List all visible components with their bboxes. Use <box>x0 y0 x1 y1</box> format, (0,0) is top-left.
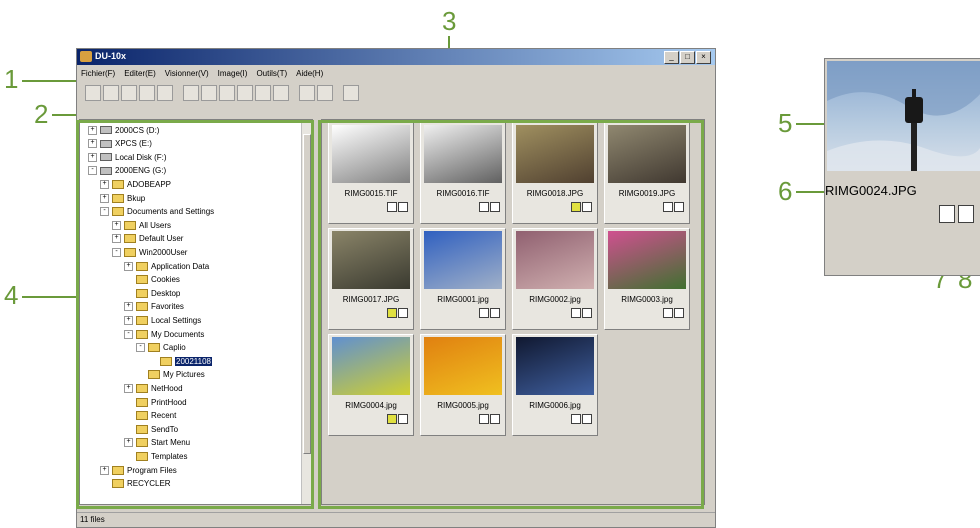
audio-icon[interactable] <box>939 205 955 223</box>
menu-fichier[interactable]: Fichier(F) <box>81 69 115 78</box>
rotate-left-icon[interactable] <box>85 85 101 101</box>
callout-2: 2 <box>34 99 49 129</box>
layout-list-icon[interactable] <box>237 85 253 101</box>
detail-filename: RIMG0024.JPG <box>825 183 917 198</box>
thumbs-highlight <box>318 120 704 509</box>
layout-quad-icon[interactable] <box>219 85 235 101</box>
detail-panel: RIMG0024.JPG <box>824 58 980 276</box>
detail-preview-image[interactable] <box>827 61 980 171</box>
status-bar: 11 files <box>77 512 715 527</box>
copy-icon[interactable] <box>299 85 315 101</box>
title-bar: DU-10x _ □ × <box>77 49 715 65</box>
leader-1 <box>22 80 82 82</box>
menu-image[interactable]: Image(I) <box>218 69 248 78</box>
streetlamp-image <box>827 61 980 171</box>
minimize-button[interactable]: _ <box>664 51 679 64</box>
layout-grid-icon[interactable] <box>255 85 271 101</box>
menu-editer[interactable]: Editer(E) <box>124 69 156 78</box>
callout-4: 4 <box>4 280 19 310</box>
maximize-button[interactable]: □ <box>680 51 695 64</box>
layout-double-icon[interactable] <box>201 85 217 101</box>
menu-bar: Fichier(F) Editer(E) Visionner(V) Image(… <box>77 66 715 80</box>
leader-4 <box>22 296 82 298</box>
callout-6: 6 <box>778 176 793 206</box>
toolbar <box>77 82 715 104</box>
tree-highlight <box>76 120 314 509</box>
info-icon[interactable] <box>958 205 974 223</box>
pen-icon[interactable] <box>139 85 155 101</box>
layout-single-icon[interactable] <box>183 85 199 101</box>
view-icon[interactable] <box>121 85 137 101</box>
app-icon <box>80 51 92 62</box>
callout-3: 3 <box>442 6 457 36</box>
menu-visionner[interactable]: Visionner(V) <box>165 69 209 78</box>
menu-outils[interactable]: Outils(T) <box>256 69 287 78</box>
callout-1: 1 <box>4 64 19 94</box>
paste-icon[interactable] <box>317 85 333 101</box>
close-button[interactable]: × <box>696 51 711 64</box>
window-title: DU-10x <box>95 51 127 61</box>
layout-tiles-icon[interactable] <box>273 85 289 101</box>
rotate-right-icon[interactable] <box>103 85 119 101</box>
callout-5: 5 <box>778 108 793 138</box>
line-icon[interactable] <box>157 85 173 101</box>
menu-aide[interactable]: Aide(H) <box>296 69 323 78</box>
properties-icon[interactable] <box>343 85 359 101</box>
